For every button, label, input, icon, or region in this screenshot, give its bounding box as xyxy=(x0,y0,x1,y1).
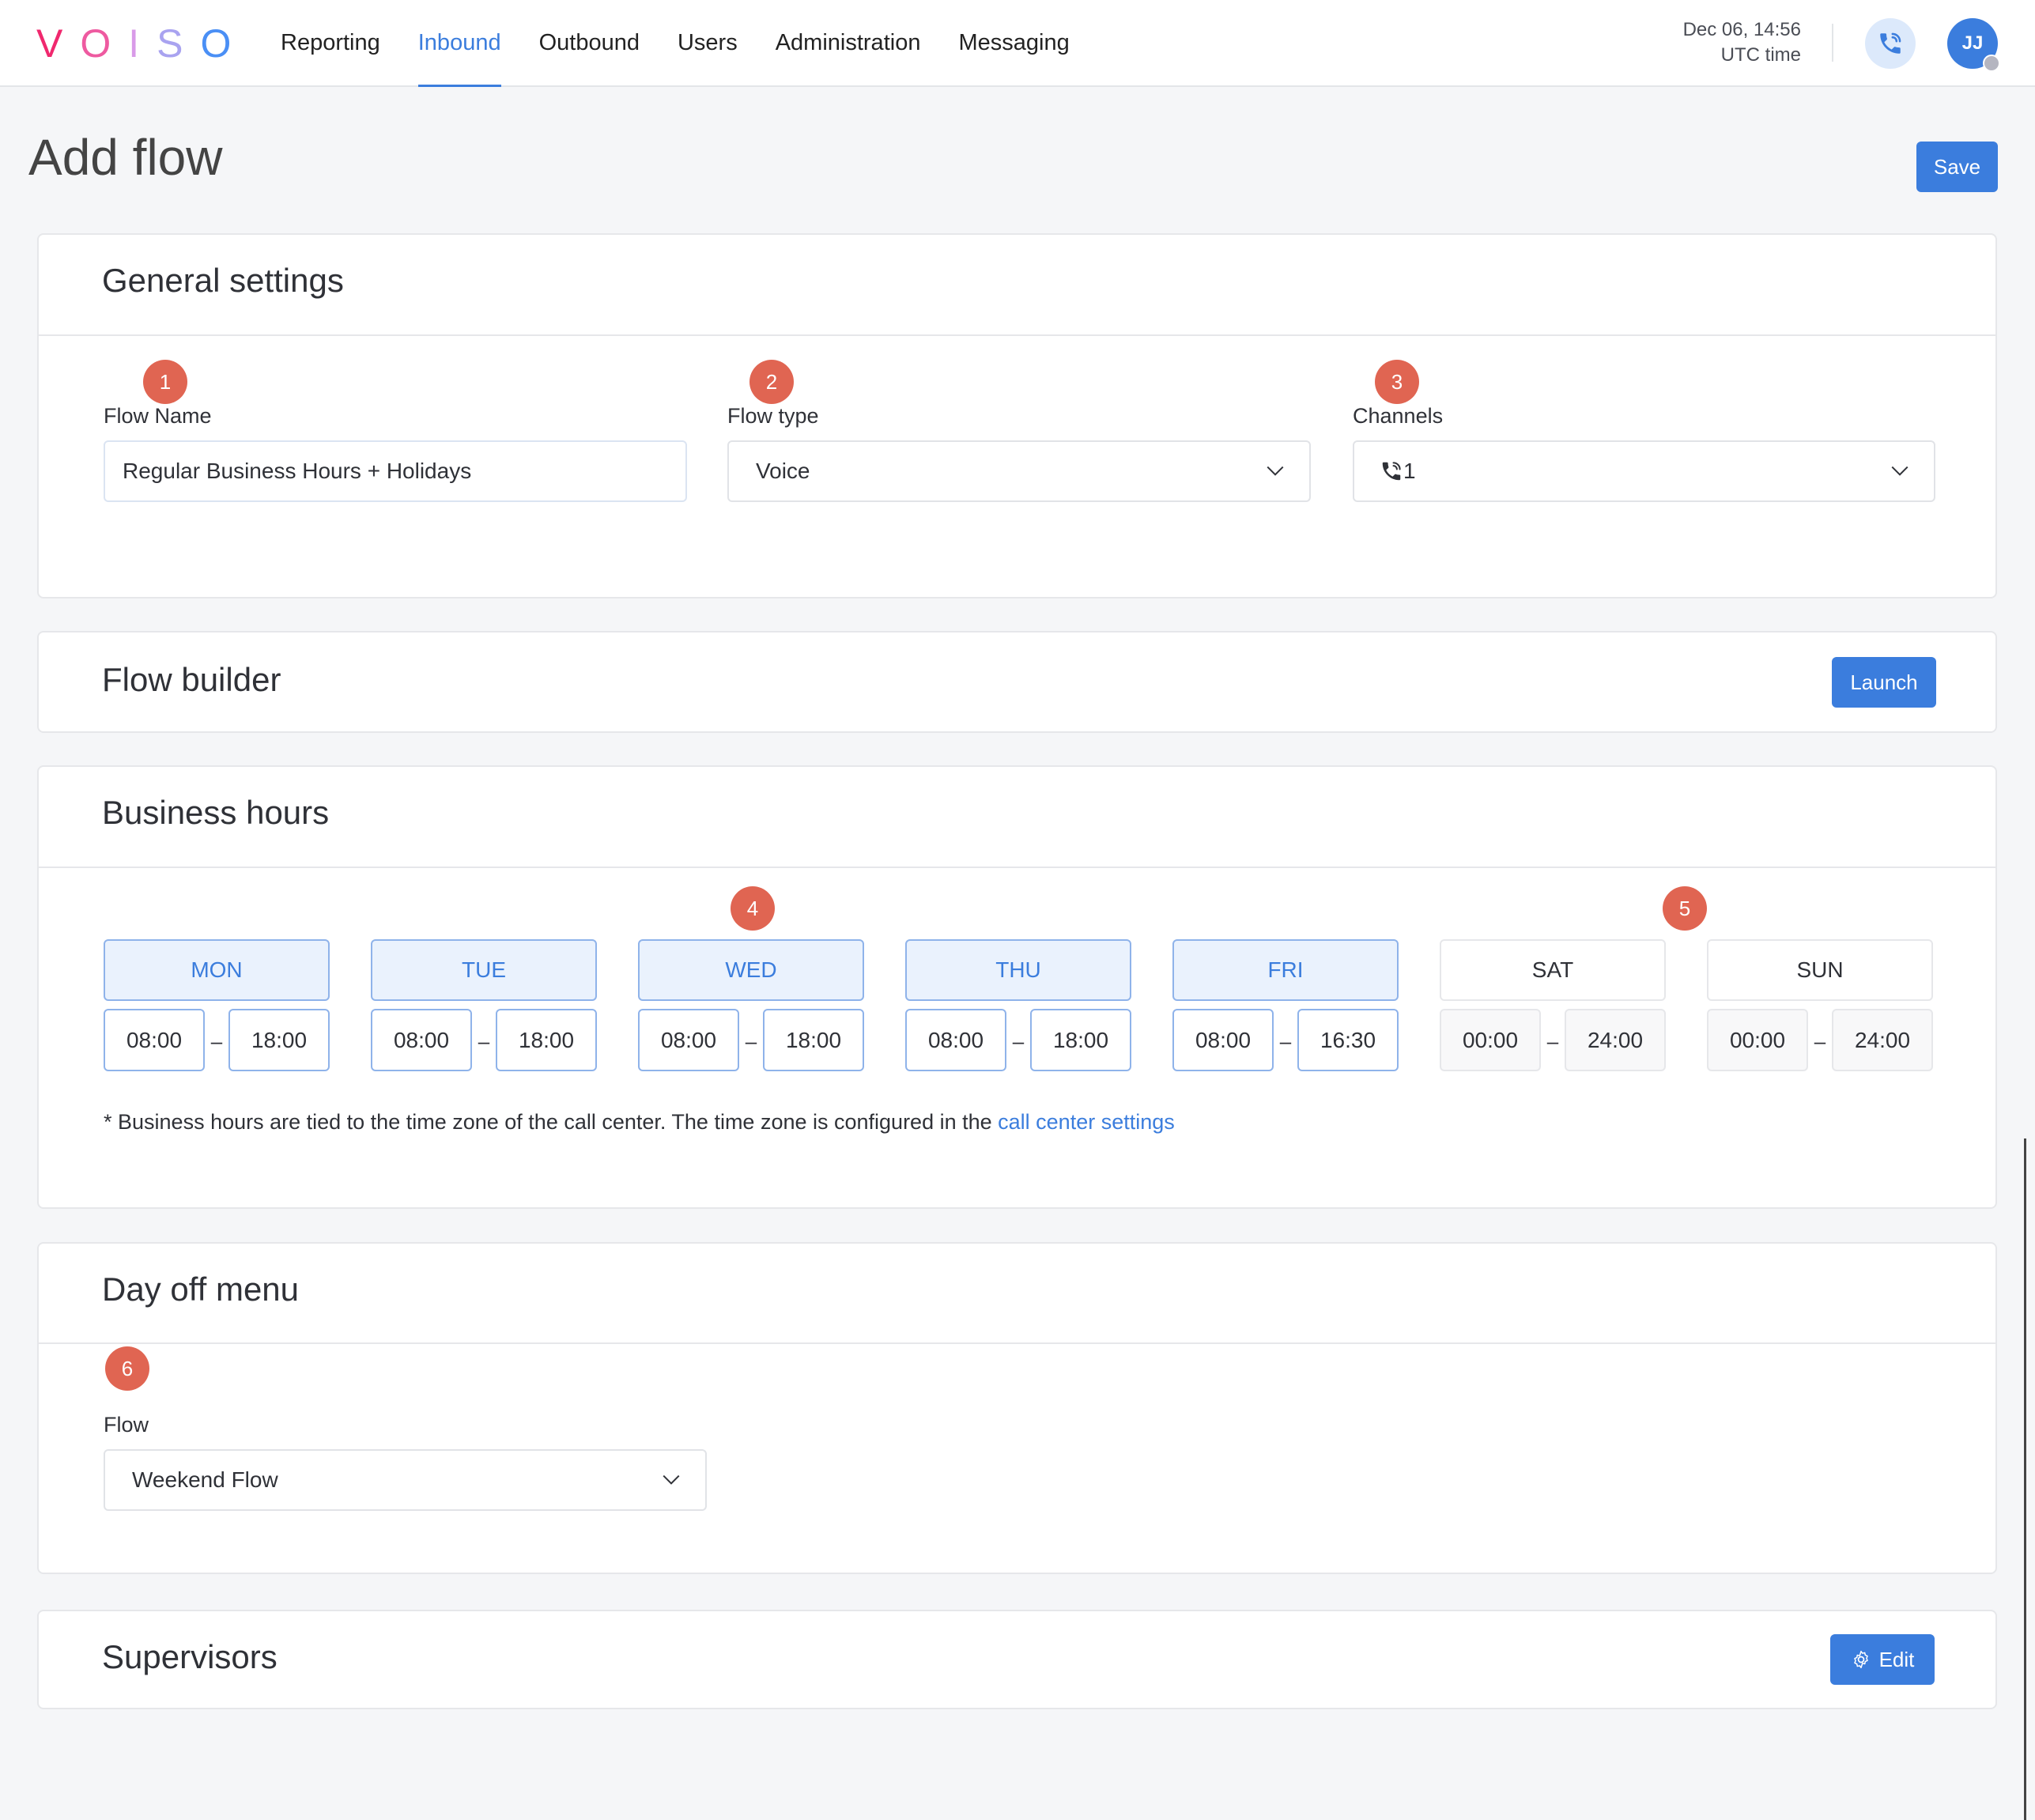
day-toggle[interactable]: THU xyxy=(905,939,1131,1001)
day-toggle[interactable]: SUN xyxy=(1707,939,1933,1001)
window-frame-edge xyxy=(2024,1138,2026,1820)
clock: Dec 06, 14:56 UTC time xyxy=(1683,17,1801,68)
end-time-input[interactable]: 18:00 xyxy=(1030,1009,1131,1071)
phone-call-icon xyxy=(1880,32,1901,54)
main-nav: Reporting Inbound Outbound Users Adminis… xyxy=(281,0,1108,87)
end-time-input[interactable]: 24:00 xyxy=(1565,1009,1666,1071)
section-title: General settings xyxy=(102,262,344,299)
top-nav-bar: V O I S O Reporting Inbound Outbound Use… xyxy=(0,0,2035,87)
day-off-flow-label: Flow xyxy=(104,1413,149,1437)
end-time-input[interactable]: 16:30 xyxy=(1297,1009,1399,1071)
note-text: * Business hours are tied to the time zo… xyxy=(104,1110,999,1134)
logo-letter: I xyxy=(128,21,157,66)
general-settings-card: General settings 1 Flow Name Regular Bus… xyxy=(37,233,1997,598)
day-toggle[interactable]: WED xyxy=(638,939,864,1001)
end-time-input[interactable]: 18:00 xyxy=(496,1009,597,1071)
gear-icon xyxy=(1853,1650,1868,1669)
nav-messaging[interactable]: Messaging xyxy=(958,0,1069,87)
clock-datetime: Dec 06, 14:56 xyxy=(1682,19,1801,40)
start-time-input[interactable]: 08:00 xyxy=(104,1009,205,1071)
step-badge: 5 xyxy=(1663,886,1707,931)
channels-count: 1 xyxy=(1403,459,1416,483)
chevron-down-icon xyxy=(1891,466,1909,476)
day-off-flow-value: Weekend Flow xyxy=(132,1467,278,1492)
flow-name-input[interactable]: Regular Business Hours + Holidays xyxy=(104,440,687,502)
header-divider xyxy=(1832,24,1833,62)
day-toggle[interactable]: TUE xyxy=(371,939,597,1001)
nav-administration[interactable]: Administration xyxy=(776,0,921,87)
flow-builder-card: Flow builder Launch xyxy=(37,631,1997,733)
time-separator: – xyxy=(478,1029,490,1053)
section-title: Supervisors xyxy=(102,1638,278,1675)
step-badge: 1 xyxy=(143,360,187,404)
time-separator: – xyxy=(1012,1029,1025,1053)
supervisors-card: Supervisors Edit xyxy=(37,1610,1997,1709)
time-separator: – xyxy=(1546,1029,1559,1053)
logo-letter: O xyxy=(200,21,249,66)
section-title: Flow builder xyxy=(102,661,281,698)
logo-letter: O xyxy=(80,21,129,66)
logo-letter: V xyxy=(36,21,81,66)
softphone-button[interactable] xyxy=(1865,18,1916,69)
day-toggle[interactable]: MON xyxy=(104,939,330,1001)
day-toggle[interactable]: SAT xyxy=(1440,939,1666,1001)
voiso-logo[interactable]: V O I S O xyxy=(36,21,248,66)
start-time-input[interactable]: 08:00 xyxy=(638,1009,739,1071)
nav-reporting[interactable]: Reporting xyxy=(281,0,380,87)
section-divider xyxy=(39,867,1995,868)
chevron-down-icon xyxy=(663,1475,680,1485)
launch-button[interactable]: Launch xyxy=(1832,657,1936,708)
section-title: Business hours xyxy=(102,794,330,831)
save-button[interactable]: Save xyxy=(1916,142,1998,192)
step-badge: 3 xyxy=(1375,360,1419,404)
channels-label: Channels xyxy=(1353,404,1444,428)
time-separator: – xyxy=(1279,1029,1292,1053)
start-time-input[interactable]: 08:00 xyxy=(371,1009,472,1071)
step-badge: 6 xyxy=(105,1346,149,1391)
edit-label: Edit xyxy=(1878,1647,1915,1671)
start-time-input[interactable]: 00:00 xyxy=(1440,1009,1541,1071)
nav-outbound[interactable]: Outbound xyxy=(539,0,640,87)
section-divider xyxy=(39,1342,1995,1344)
step-badge: 2 xyxy=(749,360,794,404)
flow-type-select[interactable]: Voice xyxy=(727,440,1311,502)
channels-select[interactable]: 1 xyxy=(1353,440,1935,502)
business-hours-card: Business hours 4 5 MON 08:00–18:00 TUE 08:0… xyxy=(37,765,1997,1209)
time-separator: – xyxy=(745,1029,757,1053)
nav-inbound[interactable]: Inbound xyxy=(417,0,501,87)
flow-name-label: Flow Name xyxy=(104,404,212,428)
start-time-input[interactable]: 08:00 xyxy=(1172,1009,1274,1071)
call-center-settings-link[interactable]: call center settings xyxy=(998,1110,1175,1134)
nav-users[interactable]: Users xyxy=(678,0,738,87)
flow-name-value: Regular Business Hours + Holidays xyxy=(123,459,472,483)
user-status-dot xyxy=(1983,55,2000,72)
logo-letter: S xyxy=(157,21,201,66)
time-separator: – xyxy=(210,1029,223,1053)
day-off-flow-select[interactable]: Weekend Flow xyxy=(104,1449,707,1511)
step-badge: 4 xyxy=(731,886,775,931)
clock-timezone: UTC time xyxy=(1720,44,1801,66)
section-title: Day off menu xyxy=(102,1271,300,1308)
end-time-input[interactable]: 24:00 xyxy=(1832,1009,1933,1071)
business-hours-note: * Business hours are tied to the time zo… xyxy=(104,1110,1175,1135)
flow-type-value: Voice xyxy=(756,459,810,483)
end-time-input[interactable]: 18:00 xyxy=(228,1009,330,1071)
end-time-input[interactable]: 18:00 xyxy=(763,1009,864,1071)
page-title: Add flow xyxy=(28,129,223,186)
start-time-input[interactable]: 08:00 xyxy=(905,1009,1006,1071)
section-divider xyxy=(39,334,1995,336)
day-off-menu-card: Day off menu 6 Flow Weekend Flow xyxy=(37,1242,1997,1574)
start-time-input[interactable]: 00:00 xyxy=(1707,1009,1808,1071)
day-toggle[interactable]: FRI xyxy=(1172,939,1399,1001)
flow-type-label: Flow type xyxy=(727,404,819,428)
time-separator: – xyxy=(1814,1029,1826,1053)
edit-supervisors-button[interactable]: Edit xyxy=(1830,1634,1935,1685)
chevron-down-icon xyxy=(1267,466,1284,476)
phone-call-icon xyxy=(1382,462,1401,481)
